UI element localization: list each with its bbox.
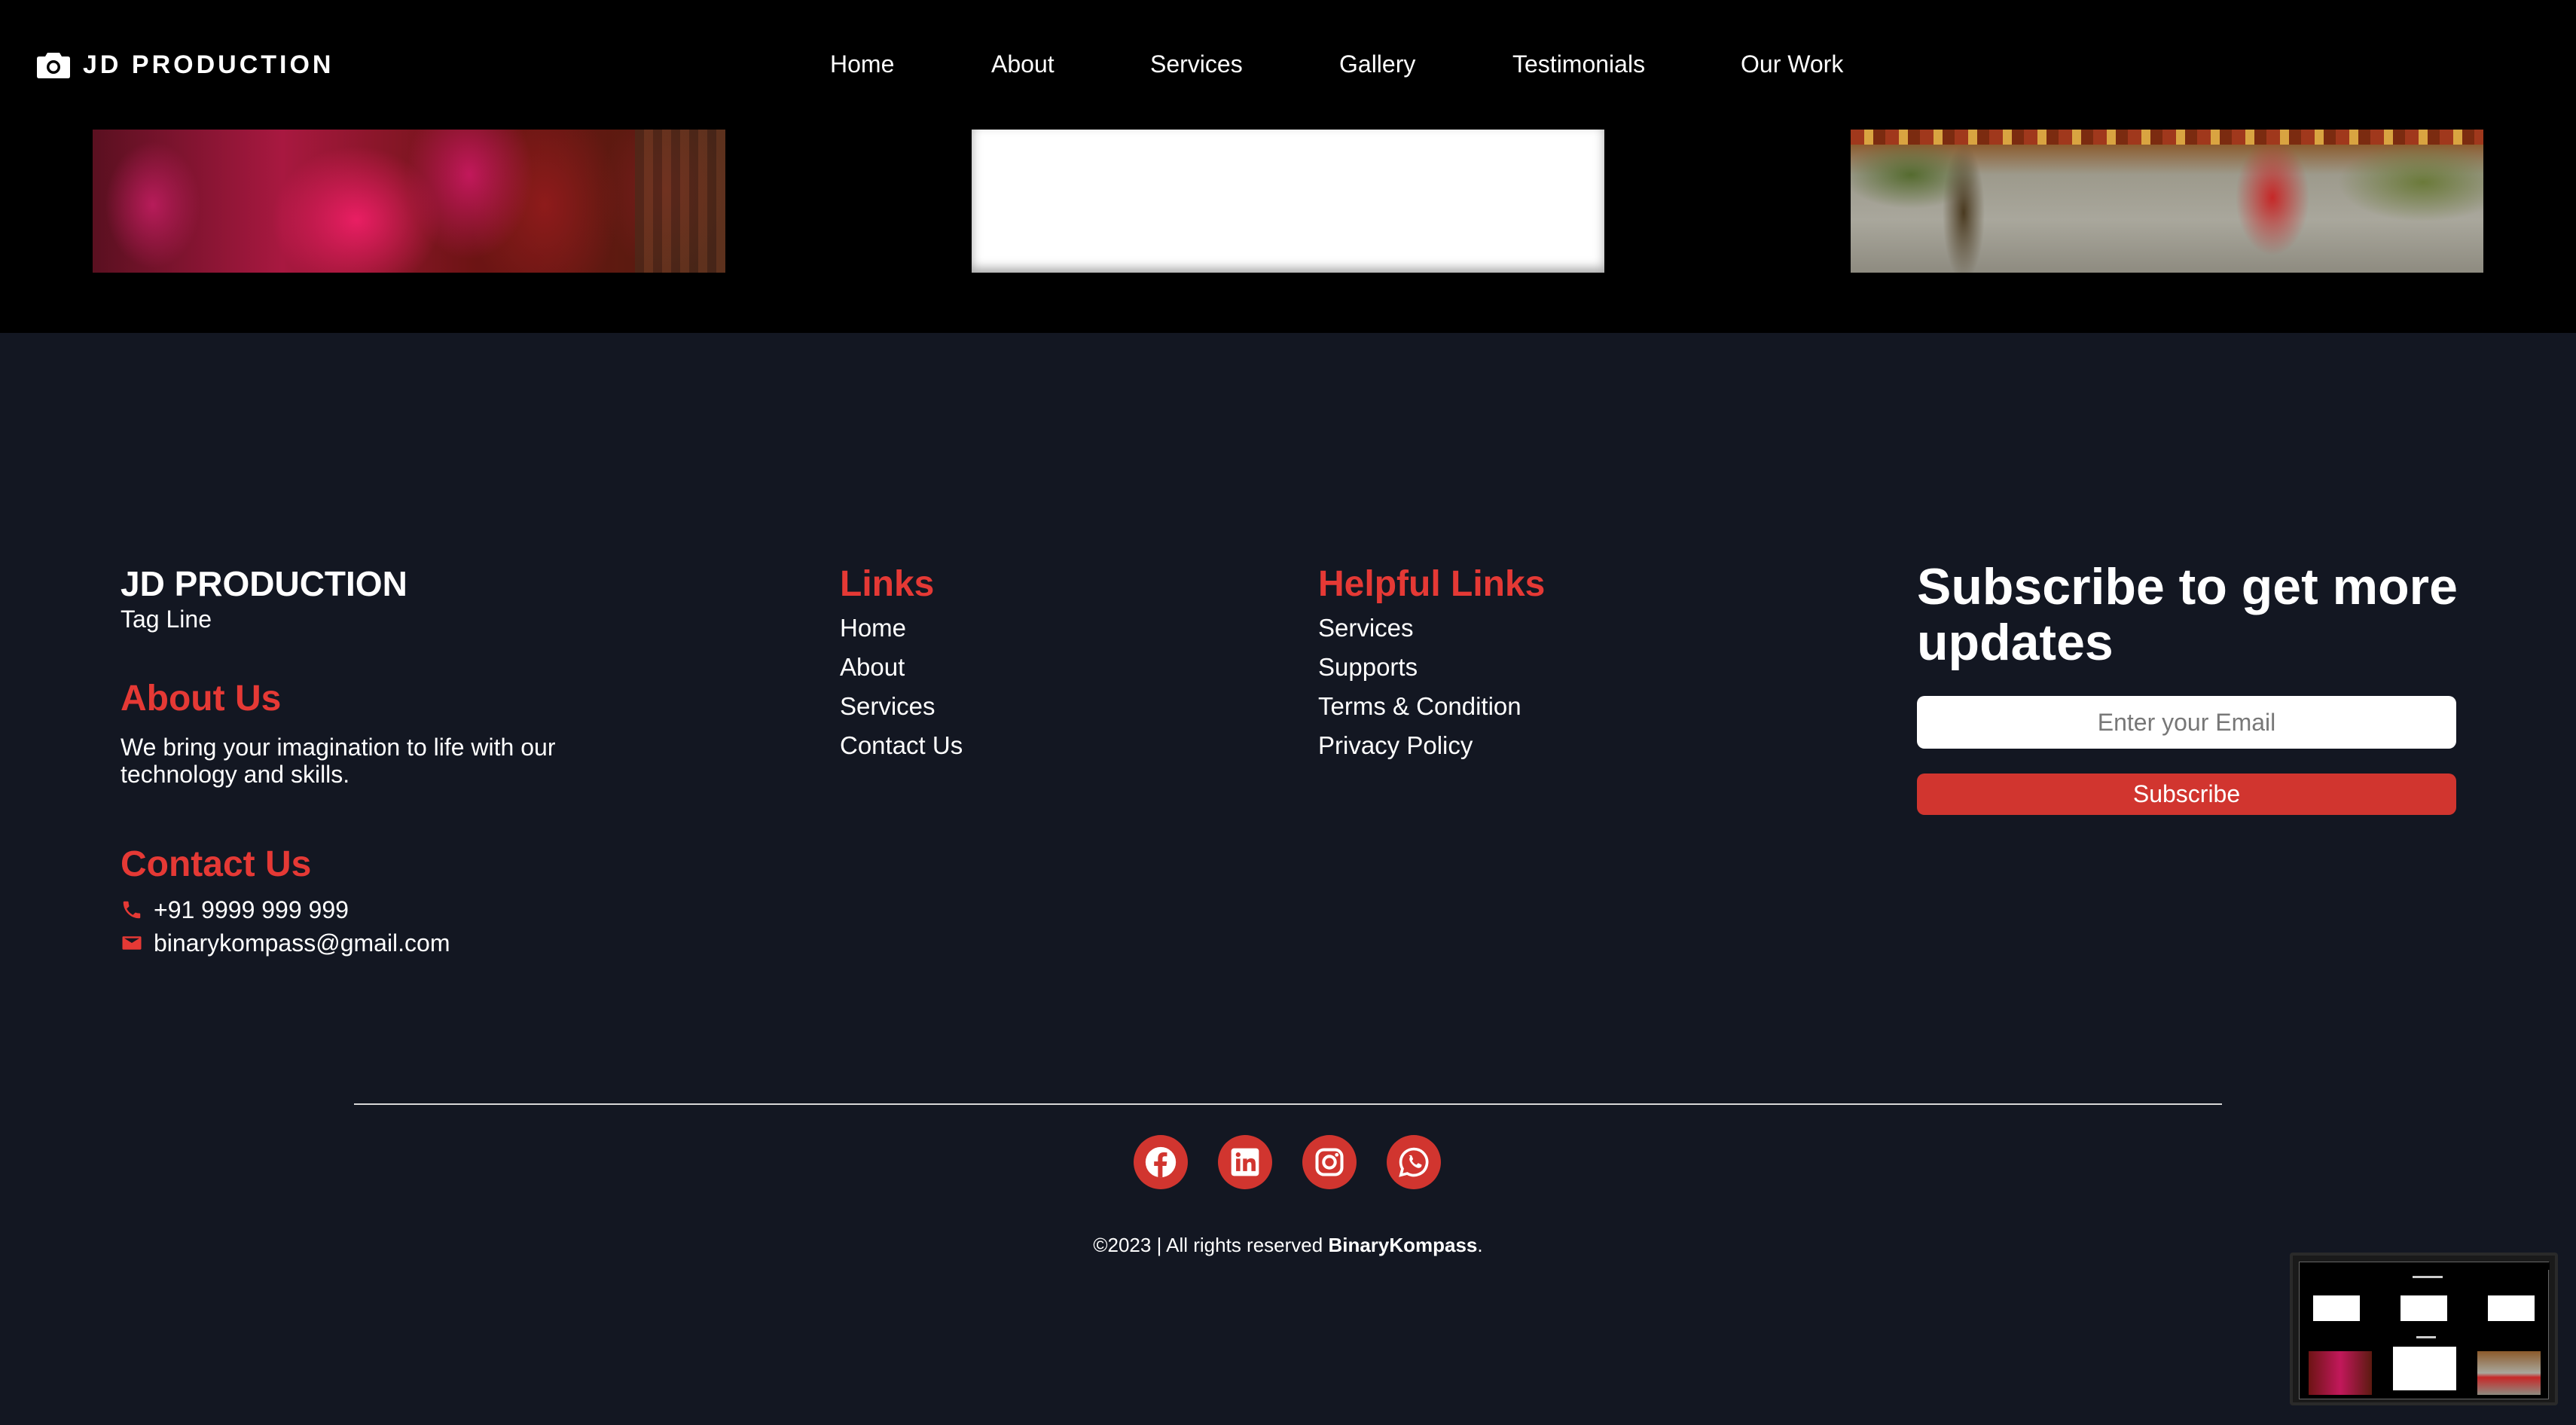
copyright: ©2023 | All rights reserved BinaryKompas… <box>0 1234 2576 1257</box>
subscribe-heading-line1: Subscribe to get more <box>1917 558 2458 615</box>
email-address: binarykompass@gmail.com <box>154 929 450 957</box>
footer-link-about[interactable]: About <box>840 648 963 687</box>
nav-link-about[interactable]: About <box>991 45 1055 83</box>
contact-us-heading: Contact Us <box>121 844 312 884</box>
contact-email[interactable]: binarykompass@gmail.com <box>121 926 693 960</box>
mail-icon <box>122 936 142 950</box>
preview-image <box>2477 1351 2541 1395</box>
footer-brand-title: JD PRODUCTION <box>121 564 407 603</box>
subscribe-heading-line2: updates <box>1917 614 2114 671</box>
nav-links: Home About Services Gallery Testimonials… <box>0 45 2576 83</box>
instagram-link[interactable] <box>1302 1135 1357 1189</box>
preview-image <box>2309 1351 2372 1395</box>
subscribe-button[interactable]: Subscribe <box>1917 774 2456 815</box>
nav-link-testimonials[interactable]: Testimonials <box>1512 45 1645 83</box>
gallery-image-reflection[interactable] <box>1851 130 2483 273</box>
helpful-links-heading: Helpful Links <box>1318 564 1546 604</box>
linkedin-icon <box>1231 1148 1259 1176</box>
footer-link-contact-us[interactable]: Contact Us <box>840 726 963 765</box>
copyright-suffix: . <box>1477 1234 1483 1256</box>
footer-link-services[interactable]: Services <box>840 687 963 726</box>
subscribe-section: Subscribe to get more updates <box>1917 559 2520 670</box>
page-preview-thumbnail[interactable] <box>2290 1253 2558 1405</box>
footer-brand-column: JD PRODUCTION Tag Line About Us We bring… <box>121 563 693 960</box>
nav-link-home[interactable]: Home <box>830 45 894 83</box>
footer-links-column: Links Home About Services Contact Us <box>840 563 963 765</box>
phone-icon <box>123 901 141 919</box>
facebook-icon <box>1145 1146 1177 1178</box>
copyright-brand[interactable]: BinaryKompass <box>1328 1234 1477 1256</box>
preview-subheading <box>2416 1336 2436 1338</box>
social-links <box>1134 1135 1441 1189</box>
preview-image <box>2393 1347 2456 1390</box>
gallery-image-wedding[interactable] <box>93 130 725 273</box>
footer-helpful-links-column: Helpful Links Services Supports Terms & … <box>1318 563 1545 765</box>
helpful-link-services[interactable]: Services <box>1318 609 1545 648</box>
preview-heading <box>2413 1276 2443 1278</box>
helpful-link-terms[interactable]: Terms & Condition <box>1318 687 1545 726</box>
navbar: JD PRODUCTION Home About Services Galler… <box>0 0 2576 130</box>
copyright-prefix: ©2023 | All rights reserved <box>1093 1234 1329 1256</box>
footer-tagline: Tag Line <box>121 606 212 633</box>
preview-content <box>2299 1262 2550 1399</box>
linkedin-link[interactable] <box>1218 1135 1272 1189</box>
footer-link-home[interactable]: Home <box>840 609 963 648</box>
helpful-link-privacy[interactable]: Privacy Policy <box>1318 726 1545 765</box>
about-us-text-line2: technology and skills. <box>121 761 350 788</box>
about-us-heading: About Us <box>121 679 282 719</box>
nav-link-services[interactable]: Services <box>1150 45 1243 83</box>
nav-link-our-work[interactable]: Our Work <box>1741 45 1843 83</box>
phone-number: +91 9999 999 999 <box>154 896 349 923</box>
contact-phone[interactable]: +91 9999 999 999 <box>121 893 693 926</box>
preview-card <box>2401 1295 2447 1321</box>
nav-link-gallery[interactable]: Gallery <box>1339 45 1415 83</box>
helpful-link-supports[interactable]: Supports <box>1318 648 1545 687</box>
links-heading: Links <box>840 564 935 604</box>
subscribe-email-input[interactable] <box>1917 696 2456 749</box>
preview-card <box>2488 1295 2535 1321</box>
footer-divider <box>354 1103 2222 1105</box>
instagram-icon <box>1315 1148 1344 1176</box>
preview-navbar <box>2300 1262 2550 1270</box>
whatsapp-link[interactable] <box>1387 1135 1441 1189</box>
gallery-image-blank[interactable] <box>972 130 1604 273</box>
facebook-link[interactable] <box>1134 1135 1188 1189</box>
whatsapp-icon <box>1399 1147 1429 1177</box>
about-us-text-line1: We bring your imagination to life with o… <box>121 734 556 761</box>
preview-card <box>2313 1295 2360 1321</box>
